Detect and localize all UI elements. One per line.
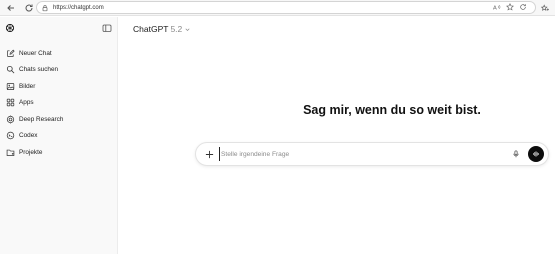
voice-waveform-icon xyxy=(533,151,539,157)
voice-mode-button[interactable] xyxy=(528,146,544,162)
sidebar: Neuer Chat Chats suchen Bilder Apps Deep… xyxy=(0,17,118,254)
address-bar[interactable]: https://chatgpt.com A xyxy=(36,1,536,14)
main-panel: ChatGPT 5.2 Sag mir, wenn du so weit bis… xyxy=(119,17,555,254)
sidebar-item-codex[interactable]: Codex xyxy=(0,128,118,145)
add-attachment-icon[interactable] xyxy=(203,148,215,160)
sidebar-item-label: Apps xyxy=(19,99,34,107)
codex-icon xyxy=(6,131,15,140)
image-icon xyxy=(6,82,15,91)
chevron-down-icon xyxy=(184,26,191,33)
sidebar-item-new-chat[interactable]: Neuer Chat xyxy=(0,45,118,62)
folder-icon xyxy=(6,148,15,157)
sidebar-toggle-icon[interactable] xyxy=(102,23,112,33)
research-icon xyxy=(6,115,15,124)
read-aloud-icon[interactable]: A xyxy=(493,3,501,11)
sidebar-item-images[interactable]: Bilder xyxy=(0,78,118,95)
model-version: 5.2 xyxy=(170,24,183,34)
favorites-icon[interactable] xyxy=(539,3,551,13)
page-headline: Sag mir, wenn du so weit bist. xyxy=(303,103,481,117)
back-icon[interactable] xyxy=(4,1,18,15)
prompt-input[interactable] xyxy=(219,147,510,161)
favorite-star-icon[interactable] xyxy=(506,3,514,11)
model-name: ChatGPT xyxy=(133,24,169,34)
apps-grid-icon xyxy=(6,98,15,107)
sidebar-item-label: Projekte xyxy=(19,148,43,156)
lock-icon[interactable] xyxy=(41,4,49,12)
sidebar-nav: Neuer Chat Chats suchen Bilder Apps Deep… xyxy=(0,45,118,161)
chatgpt-window: https://chatgpt.com A Neuer Chat Chats s… xyxy=(0,0,555,254)
sidebar-item-label: Codex xyxy=(19,132,38,140)
sidebar-item-label: Deep Research xyxy=(19,115,64,123)
search-icon xyxy=(6,65,15,74)
sidebar-item-label: Bilder xyxy=(19,82,36,90)
sidebar-item-label: Chats suchen xyxy=(19,66,59,74)
model-selector[interactable]: ChatGPT 5.2 xyxy=(133,23,191,35)
openai-logo-icon[interactable] xyxy=(5,23,15,33)
sidebar-item-search-chats[interactable]: Chats suchen xyxy=(0,62,118,79)
microphone-icon[interactable] xyxy=(510,148,522,160)
sidebar-item-label: Neuer Chat xyxy=(19,49,52,57)
refresh-icon[interactable] xyxy=(519,3,527,11)
url-text[interactable]: https://chatgpt.com xyxy=(53,5,104,11)
prompt-composer xyxy=(195,142,549,166)
sidebar-item-projects[interactable]: Projekte xyxy=(0,144,118,161)
compose-icon xyxy=(6,49,15,58)
browser-toolbar: https://chatgpt.com A xyxy=(0,0,555,16)
svg-text:A: A xyxy=(493,5,497,11)
sidebar-header xyxy=(0,17,118,39)
sidebar-item-apps[interactable]: Apps xyxy=(0,95,118,112)
sidebar-item-deep-research[interactable]: Deep Research xyxy=(0,111,118,128)
reload-icon[interactable] xyxy=(22,1,36,15)
